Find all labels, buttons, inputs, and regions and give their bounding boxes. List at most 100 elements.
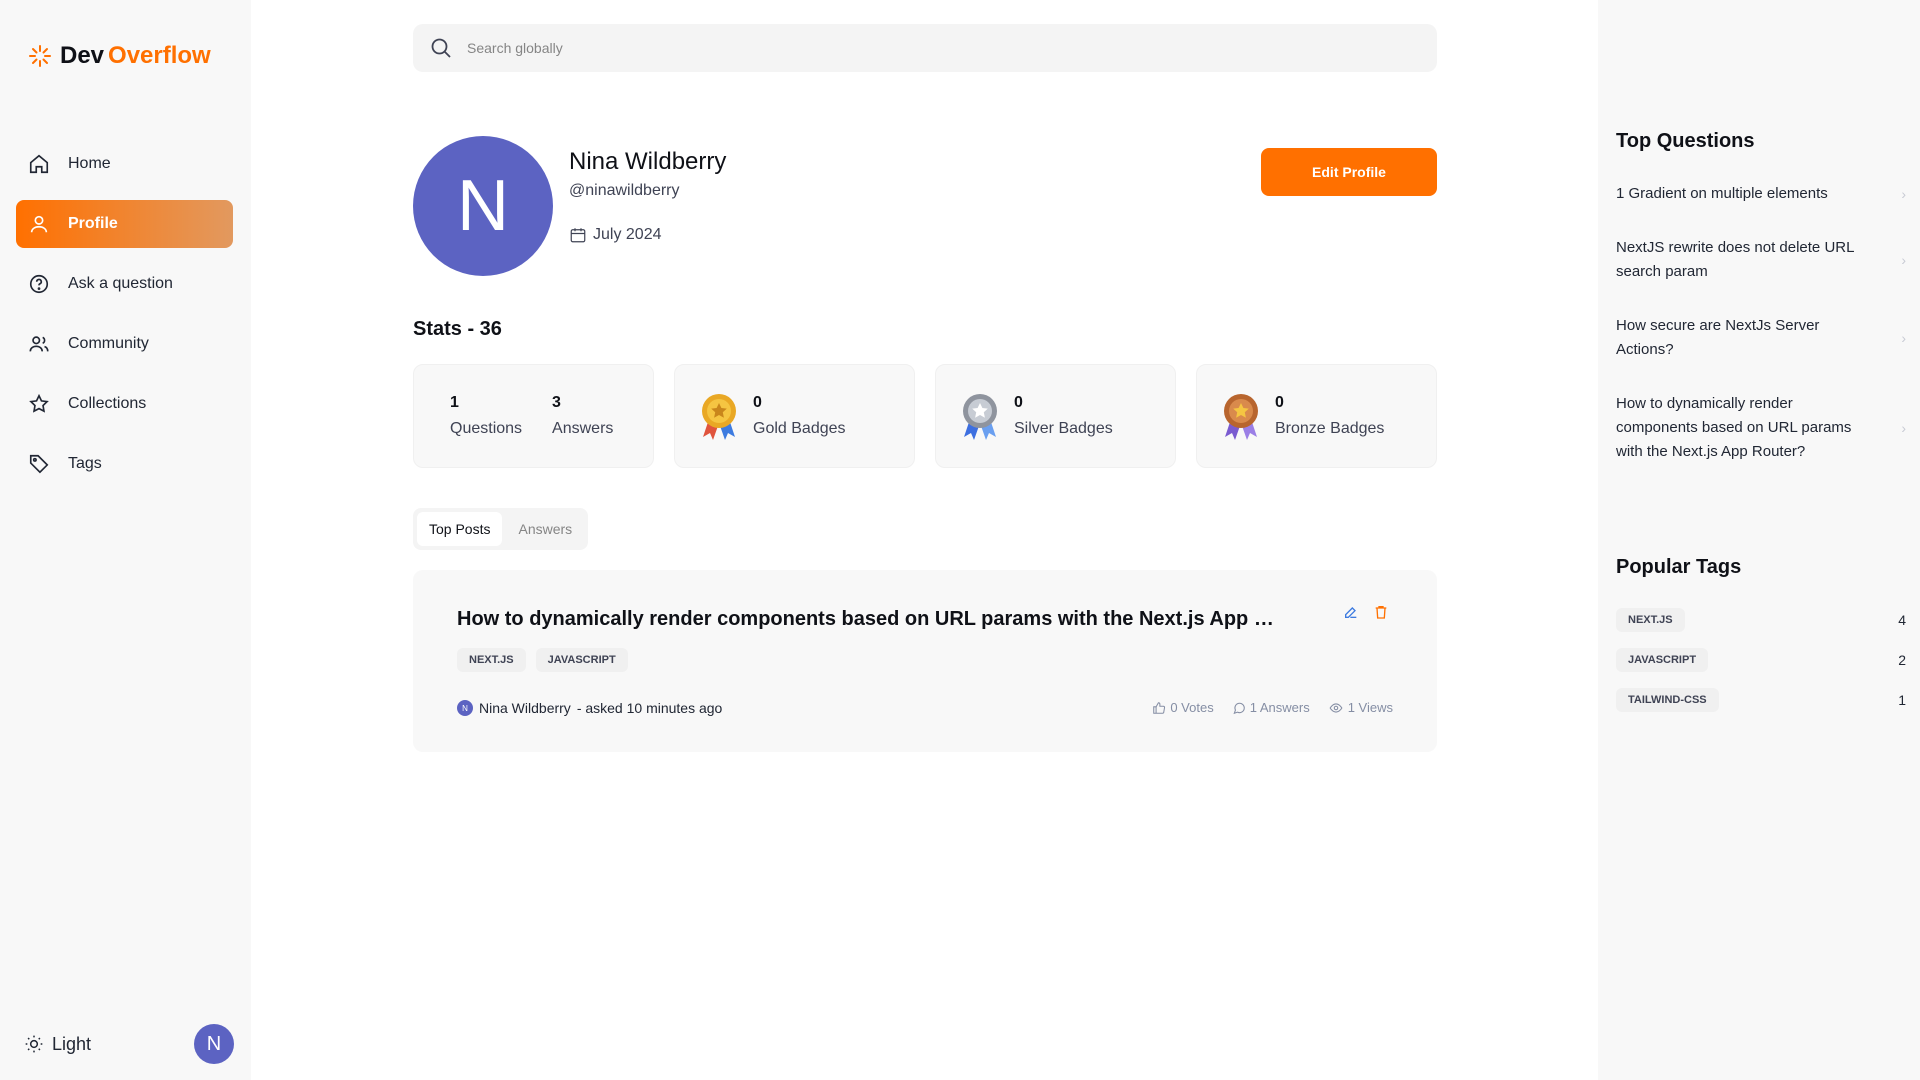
top-question-text: NextJS rewrite does not delete URL searc… — [1616, 239, 1854, 280]
edit-icon[interactable] — [1343, 604, 1359, 625]
sidebar-item-label: Collections — [68, 395, 147, 412]
profile-avatar: N — [413, 136, 553, 276]
bronze-badges-card: 0 Bronze Badges — [1196, 364, 1437, 468]
votes-count: 0 Votes — [1170, 700, 1214, 715]
sidebar-item-ask-question[interactable]: Ask a question — [16, 260, 233, 308]
users-icon — [29, 336, 49, 352]
profile-header: N Nina Wildberry @ninawildberry July 202… — [413, 136, 1437, 276]
profile-handle: @ninawildberry — [569, 182, 680, 199]
question-icon — [29, 274, 49, 294]
views-stat: 1 Views — [1328, 700, 1393, 715]
top-questions-title: Top Questions — [1616, 130, 1755, 152]
home-icon — [29, 154, 49, 174]
questions-count: 1 — [450, 394, 459, 411]
tab-answers[interactable]: Answers — [506, 512, 584, 546]
bronze-medal-icon — [1224, 394, 1258, 440]
gold-badges-count: 0 — [753, 394, 762, 411]
answers-stat: 3 Answers — [552, 394, 613, 438]
questions-stat: 1 Questions — [450, 394, 522, 438]
author-avatar: N — [457, 700, 473, 716]
tag-pill: JAVASCRIPT — [1616, 648, 1709, 672]
top-question-item[interactable]: How to dynamically render components bas… — [1616, 392, 1906, 464]
tag-icon — [29, 454, 49, 474]
sidebar-item-label: Tags — [68, 455, 102, 472]
user-avatar[interactable]: N — [194, 1024, 234, 1064]
bronze-badges-label: Bronze Badges — [1275, 420, 1385, 437]
logo-icon — [29, 45, 51, 67]
tag-pill: NEXT.JS — [1616, 608, 1685, 632]
top-question-item[interactable]: How secure are NextJs Server Actions? › — [1616, 314, 1906, 362]
tag-pill: TAILWIND-CSS — [1616, 688, 1719, 712]
profile-joined: July 2024 — [569, 226, 662, 244]
sidebar-item-collections[interactable]: Collections — [16, 380, 233, 428]
gold-badges-card: 0 Gold Badges — [674, 364, 915, 468]
answers-count: 1 Answers — [1249, 700, 1310, 715]
theme-toggle[interactable]: Light — [24, 1034, 91, 1055]
gold-medal-icon — [702, 394, 736, 440]
tag-count: 4 — [1898, 612, 1906, 628]
sidebar-item-label: Ask a question — [68, 275, 173, 292]
answers-count: 3 — [552, 394, 561, 411]
asked-time: - asked 10 minutes ago — [576, 700, 723, 716]
question-actions — [1343, 604, 1389, 625]
gold-badges-stat: 0 Gold Badges — [753, 394, 846, 438]
delete-icon[interactable] — [1373, 604, 1389, 625]
top-question-text: 1 Gradient on multiple elements — [1616, 185, 1828, 202]
sidebar-nav: Home Profile Ask a question Community Co… — [16, 140, 233, 500]
logo[interactable]: Dev Overflow — [28, 42, 211, 70]
tab-top-posts[interactable]: Top Posts — [417, 512, 503, 546]
edit-profile-button[interactable]: Edit Profile — [1261, 148, 1437, 196]
answers-label: Answers — [552, 420, 614, 437]
sidebar-item-label: Home — [68, 155, 111, 172]
global-search — [413, 24, 1437, 72]
theme-label: Light — [52, 1033, 92, 1054]
sidebar-item-community[interactable]: Community — [16, 320, 233, 368]
top-question-item[interactable]: NextJS rewrite does not delete URL searc… — [1616, 236, 1906, 284]
questions-answers-card: 1 Questions 3 Answers — [413, 364, 654, 468]
questions-label: Questions — [450, 420, 523, 437]
profile-name: Nina Wildberry — [569, 148, 727, 175]
tag-pill[interactable]: JAVASCRIPT — [535, 648, 628, 672]
votes-stat: 0 Votes — [1152, 700, 1214, 715]
question-title[interactable]: How to dynamically render components bas… — [457, 608, 1277, 631]
sun-icon — [25, 1035, 43, 1053]
popular-tag-item[interactable]: JAVASCRIPT 2 — [1616, 648, 1906, 672]
joined-date: July 2024 — [593, 226, 662, 243]
chevron-right-icon: › — [1901, 420, 1906, 436]
profile-tabs: Top Posts Answers — [413, 508, 589, 550]
sidebar-item-home[interactable]: Home — [16, 140, 233, 188]
search-input[interactable] — [467, 40, 1367, 56]
question-card: How to dynamically render components bas… — [413, 570, 1437, 752]
gold-badges-label: Gold Badges — [753, 420, 846, 437]
question-tags: NEXT.JS JAVASCRIPT — [457, 648, 628, 672]
right-sidebar: Top Questions 1 Gradient on multiple ele… — [1598, 0, 1920, 1080]
top-question-text: How secure are NextJs Server Actions? — [1616, 317, 1820, 358]
top-questions-list: 1 Gradient on multiple elements › NextJS… — [1616, 182, 1906, 494]
thumbs-up-icon — [1153, 701, 1166, 714]
sidebar-item-profile[interactable]: Profile — [16, 200, 233, 248]
sidebar-item-label: Community — [68, 335, 149, 352]
chevron-right-icon: › — [1901, 330, 1906, 346]
author-name: Nina Wildberry — [479, 700, 571, 716]
logo-text-dev: Dev — [60, 42, 105, 69]
eye-icon — [1329, 702, 1343, 713]
silver-badges-count: 0 — [1014, 394, 1023, 411]
popular-tag-item[interactable]: NEXT.JS 4 — [1616, 608, 1906, 632]
question-stats: 0 Votes 1 Answers 1 Views — [1152, 700, 1393, 715]
silver-badges-card: 0 Silver Badges — [935, 364, 1176, 468]
popular-tag-item[interactable]: TAILWIND-CSS 1 — [1616, 688, 1906, 712]
sidebar-item-tags[interactable]: Tags — [16, 440, 233, 488]
logo-text-overflow: Overflow — [108, 42, 211, 69]
tag-count: 1 — [1898, 692, 1906, 708]
tag-pill[interactable]: NEXT.JS — [457, 648, 526, 672]
silver-medal-icon — [963, 394, 997, 440]
top-question-text: How to dynamically render components bas… — [1616, 395, 1852, 460]
question-author[interactable]: N Nina Wildberry - asked 10 minutes ago — [457, 700, 722, 716]
user-icon — [30, 215, 48, 233]
chevron-right-icon: › — [1901, 252, 1906, 268]
sidebar-footer: Light N — [24, 1024, 234, 1064]
left-sidebar: Dev Overflow Home Profile Ask a question … — [0, 0, 251, 1080]
bronze-badges-stat: 0 Bronze Badges — [1275, 394, 1384, 438]
top-question-item[interactable]: 1 Gradient on multiple elements › — [1616, 182, 1906, 206]
stats-row: 1 Questions 3 Answers 0 Gold Badges 0 Si… — [413, 364, 1437, 468]
